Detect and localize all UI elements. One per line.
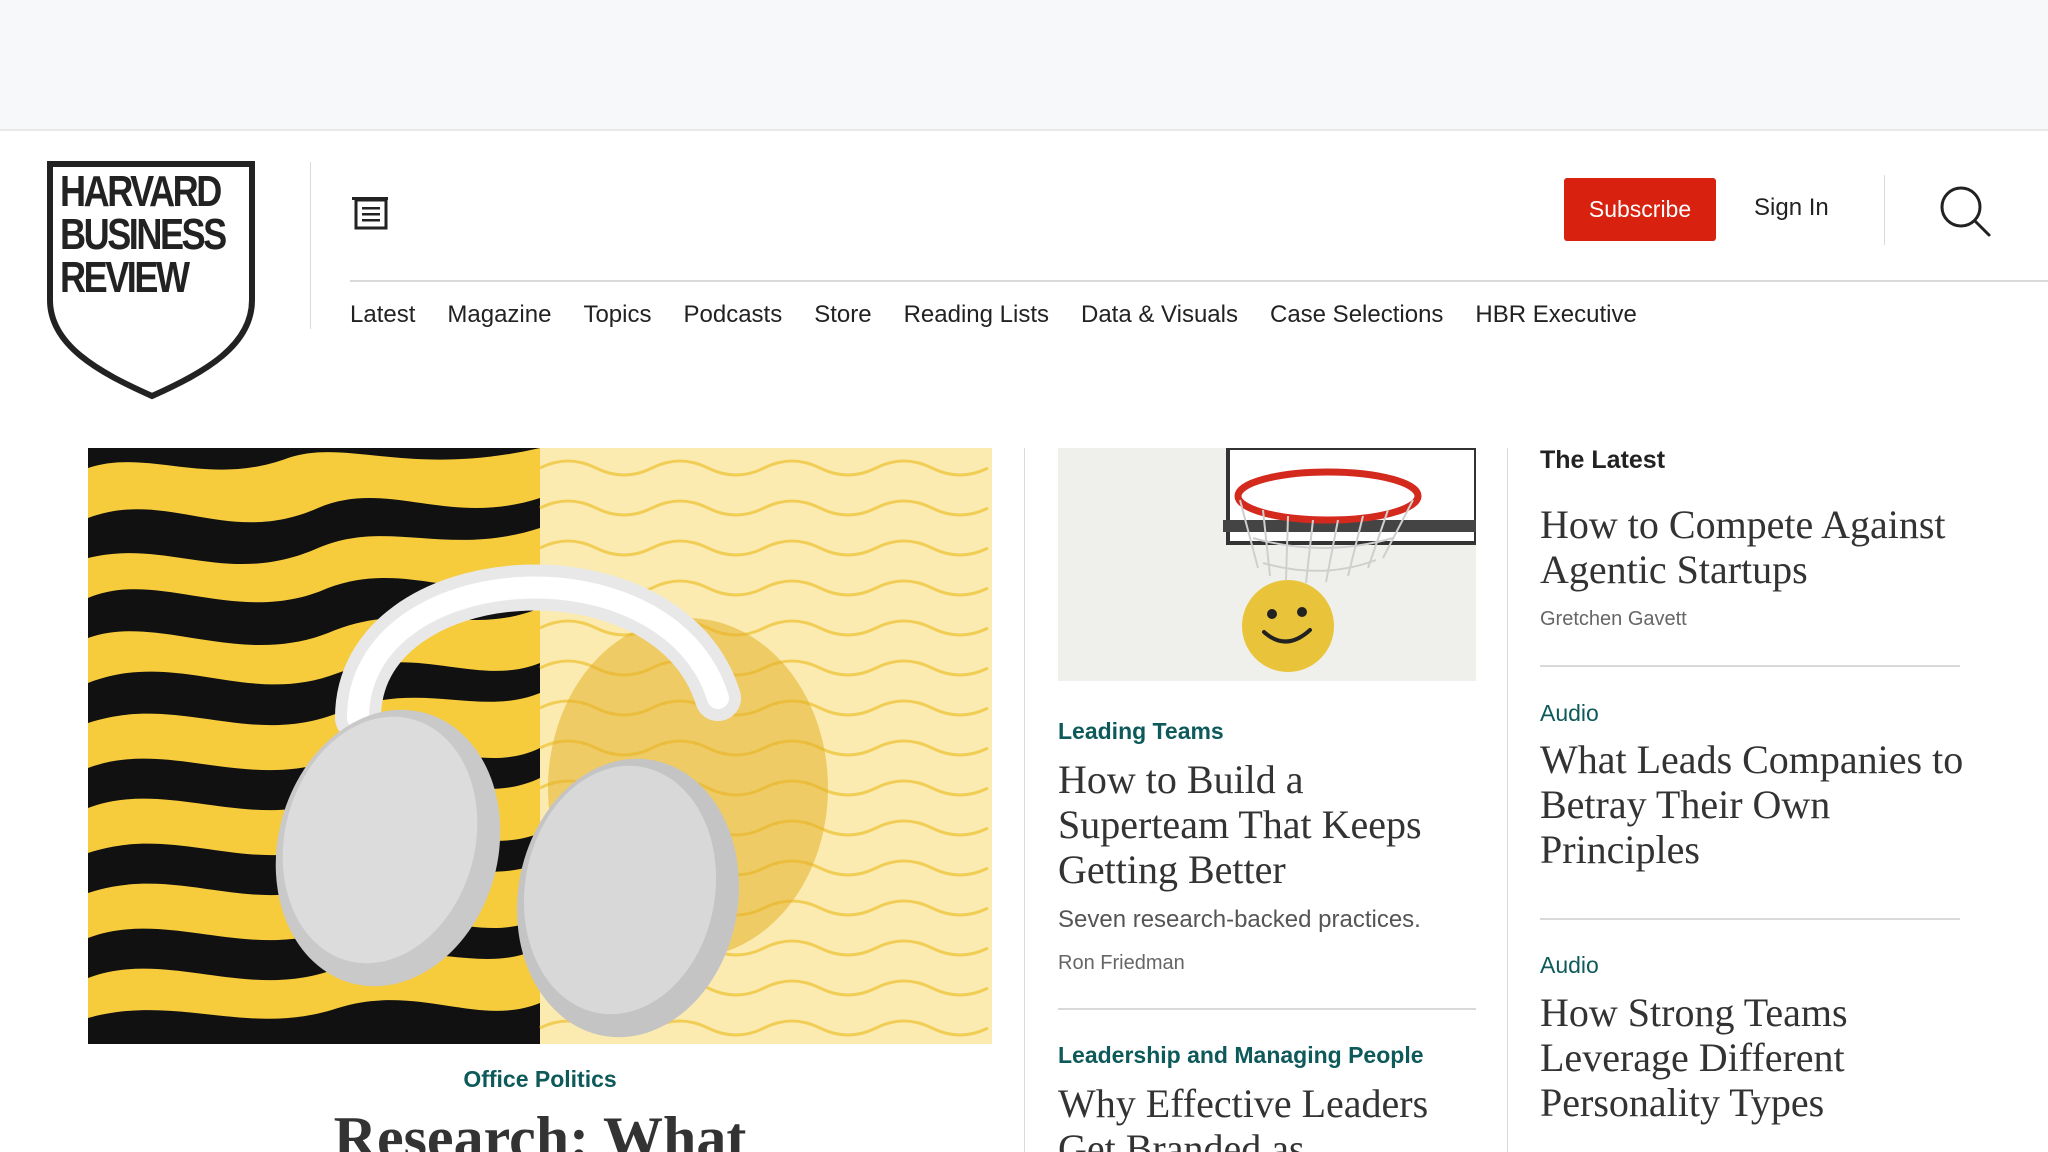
nav-item-case-selections[interactable]: Case Selections (1270, 300, 1443, 330)
logo-line-1: HARVARD (60, 167, 222, 216)
latest-item-1-title[interactable]: How to Compete Against Agentic Startups (1540, 502, 1980, 592)
logo-wordmark: HARVARD BUSINESS REVIEW (60, 167, 227, 302)
story-divider (1058, 1008, 1476, 1010)
column-divider-1 (1024, 448, 1025, 1152)
latest-item-3-title[interactable]: How Strong Teams Leverage Different Pers… (1540, 990, 1980, 1125)
story-dek: Seven research-backed practices. (1058, 906, 1421, 933)
latest-item-3-label[interactable]: Audio (1540, 952, 1599, 979)
story-author[interactable]: Ron Friedman (1058, 952, 1185, 975)
hero-image[interactable] (88, 448, 992, 1044)
story-title[interactable]: How to Build a Superteam That Keeps Gett… (1058, 757, 1478, 892)
hero-category[interactable]: Office Politics (88, 1066, 992, 1093)
story-category[interactable]: Leading Teams (1058, 718, 1224, 745)
nav-divider (350, 280, 2048, 282)
latest-item-2-title[interactable]: What Leads Companies to Betray Their Own… (1540, 737, 1980, 872)
logo-line-3: REVIEW (60, 253, 190, 302)
nav-item-podcasts[interactable]: Podcasts (683, 300, 782, 330)
latest-divider-1 (1540, 665, 1960, 667)
nav-item-hbr-executive[interactable]: HBR Executive (1475, 300, 1636, 330)
column-divider-2 (1507, 448, 1508, 1152)
story-2-title[interactable]: Why Effective Leaders Get Branded as (1058, 1081, 1478, 1152)
logo-divider (310, 162, 311, 329)
nav-item-data-visuals[interactable]: Data & Visuals (1081, 300, 1238, 330)
nav-item-store[interactable]: Store (814, 300, 871, 330)
hbr-logo[interactable]: HARVARD BUSINESS REVIEW (46, 160, 258, 400)
main-nav: Latest Magazine Topics Podcasts Store Re… (350, 300, 1669, 330)
nav-item-topics[interactable]: Topics (583, 300, 651, 330)
nav-item-magazine[interactable]: Magazine (447, 300, 551, 330)
story-image[interactable] (1058, 448, 1476, 681)
latest-item-1-author[interactable]: Gretchen Gavett (1540, 608, 1687, 631)
header-divider (1884, 175, 1885, 245)
latest-heading: The Latest (1540, 446, 1666, 474)
menu-icon[interactable] (348, 192, 394, 232)
nav-item-reading-lists[interactable]: Reading Lists (904, 300, 1049, 330)
ad-banner-area (0, 0, 2048, 131)
nav-item-latest[interactable]: Latest (350, 300, 415, 330)
logo-line-2: BUSINESS (60, 210, 227, 259)
hero-title[interactable]: Research: What (88, 1104, 992, 1152)
story-2-category[interactable]: Leadership and Managing People (1058, 1042, 1424, 1069)
sign-in-link[interactable]: Sign In (1754, 194, 1829, 222)
search-icon[interactable] (1938, 184, 1994, 240)
latest-divider-2 (1540, 918, 1960, 920)
latest-item-2-label[interactable]: Audio (1540, 700, 1599, 727)
subscribe-button[interactable]: Subscribe (1564, 178, 1716, 241)
